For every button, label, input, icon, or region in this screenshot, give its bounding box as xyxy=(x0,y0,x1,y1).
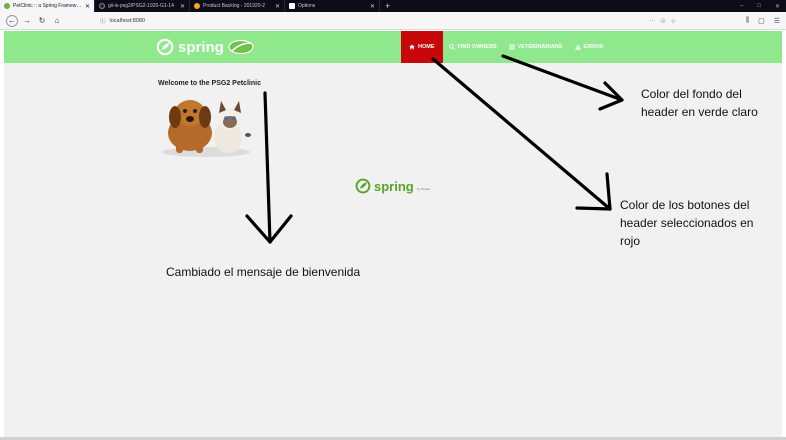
annotation-button-color: Color de los botones del header seleccio… xyxy=(620,198,754,248)
annotation-welcome-message: Cambiado el mensaje de bienvenida xyxy=(166,265,361,279)
arrow-to-welcome-note xyxy=(263,91,272,244)
annotation-header-color: Color del fondo del header en verde clar… xyxy=(641,87,758,119)
screenshot-root: PetClinic :: a Spring Framework demonstr… xyxy=(0,0,786,440)
arrow-to-buttons-note xyxy=(431,57,612,211)
arrow-to-header-note xyxy=(501,54,624,102)
